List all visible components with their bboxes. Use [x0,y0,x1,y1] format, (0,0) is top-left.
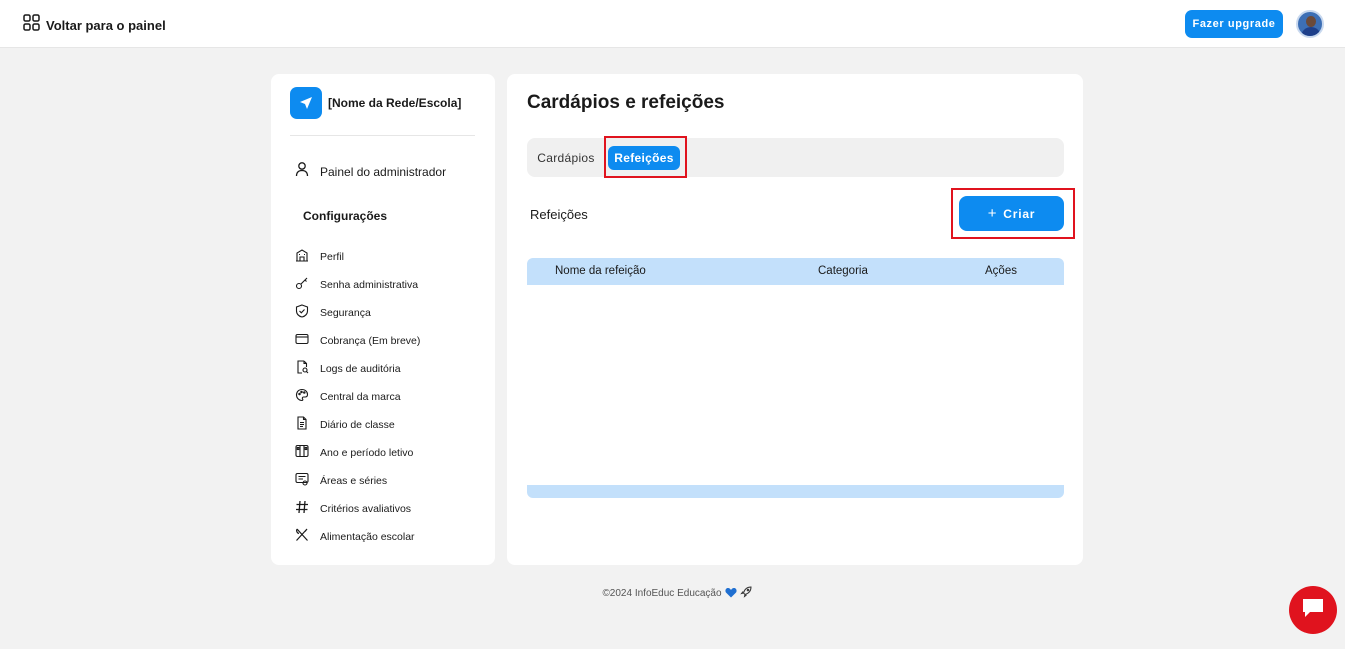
highlight-box-create [951,188,1075,239]
section-label: Refeições [530,207,588,222]
building-icon [295,248,309,267]
top-bar: Voltar para o painel Fazer upgrade [0,0,1345,48]
page-footer: ©2024 InfoEduc Educação [0,586,1345,601]
key-icon [295,276,309,295]
sidebar-item-brand-center[interactable]: Central da marca [295,383,485,411]
sidebar-item-label: Áreas e séries [320,475,388,487]
sidebar-item-label: Critérios avaliativos [320,503,412,515]
sidebar-item-label: Painel do administrador [320,164,447,179]
grid-icon [23,14,40,36]
user-icon [295,161,309,182]
sidebar-divider [290,135,475,136]
calendar-columns-icon [295,444,309,463]
sidebar-item-admin-panel[interactable]: Painel do administrador [295,161,446,182]
chat-button[interactable] [1289,586,1337,634]
back-link-label: Voltar para o painel [46,17,166,33]
page-title: Cardápios e refeições [527,92,725,113]
sidebar-item-label: Logs de auditória [320,363,401,375]
table-header: Nome da refeição Categoria Ações [527,258,1064,285]
sidebar-item-label: Ano e período letivo [320,447,414,459]
areas-icon [295,472,309,491]
sidebar-item-security[interactable]: Segurança [295,299,485,327]
brand: [Nome da Rede/Escola] [290,87,461,119]
settings-menu: Perfil Senha administrativa Segurança Co… [295,243,485,551]
table-footer [527,485,1064,498]
sidebar-item-label: Perfil [320,251,344,263]
wallet-icon [295,332,309,351]
sidebar-item-school-meals[interactable]: Alimentação escolar [295,523,485,551]
sidebar-item-label: Segurança [320,307,371,319]
main-panel: Cardápios e refeições Cardápios Refeiçõe… [507,74,1083,565]
column-header-actions: Ações [985,265,1017,277]
sidebar-item-label: Diário de classe [320,419,395,431]
sidebar-item-profile[interactable]: Perfil [295,243,485,271]
sidebar-item-class-diary[interactable]: Diário de classe [295,411,485,439]
heart-icon [725,587,737,601]
brand-name: [Nome da Rede/Escola] [328,96,462,110]
shield-icon [295,303,309,323]
section-title-settings: Configurações [303,209,388,223]
upgrade-button[interactable]: Fazer upgrade [1185,10,1283,38]
sidebar-item-school-year[interactable]: Ano e período letivo [295,439,485,467]
table-body [527,285,1064,485]
highlight-box-tab [604,136,687,178]
paper-plane-icon [290,87,322,119]
sidebar-item-label: Central da marca [320,391,401,403]
rocket-icon [739,586,752,601]
chat-icon [1301,597,1325,624]
back-to-dashboard-link[interactable]: Voltar para o painel [23,14,166,36]
sidebar-item-criteria[interactable]: Critérios avaliativos [295,495,485,523]
sidebar-item-admin-password[interactable]: Senha administrativa [295,271,485,299]
footer-text: ©2024 InfoEduc Educação [602,588,722,599]
avatar[interactable] [1296,10,1324,38]
sidebar-item-audit-logs[interactable]: Logs de auditória [295,355,485,383]
column-header-name: Nome da refeição [555,265,646,277]
settings-sidebar: [Nome da Rede/Escola] Painel do administ… [271,74,495,565]
tab-cardapios[interactable]: Cardápios [535,146,597,170]
palette-icon [295,388,309,407]
file-search-icon [295,359,309,379]
column-header-category: Categoria [818,265,868,277]
utensils-icon [295,528,309,547]
document-icon [295,415,309,435]
hash-icon [295,500,309,519]
sidebar-item-label: Cobrança (Em breve) [320,335,421,347]
sidebar-item-areas-grades[interactable]: Áreas e séries [295,467,485,495]
sidebar-item-label: Alimentação escolar [320,531,415,543]
sidebar-item-billing[interactable]: Cobrança (Em breve) [295,327,485,355]
sidebar-item-label: Senha administrativa [320,279,419,291]
